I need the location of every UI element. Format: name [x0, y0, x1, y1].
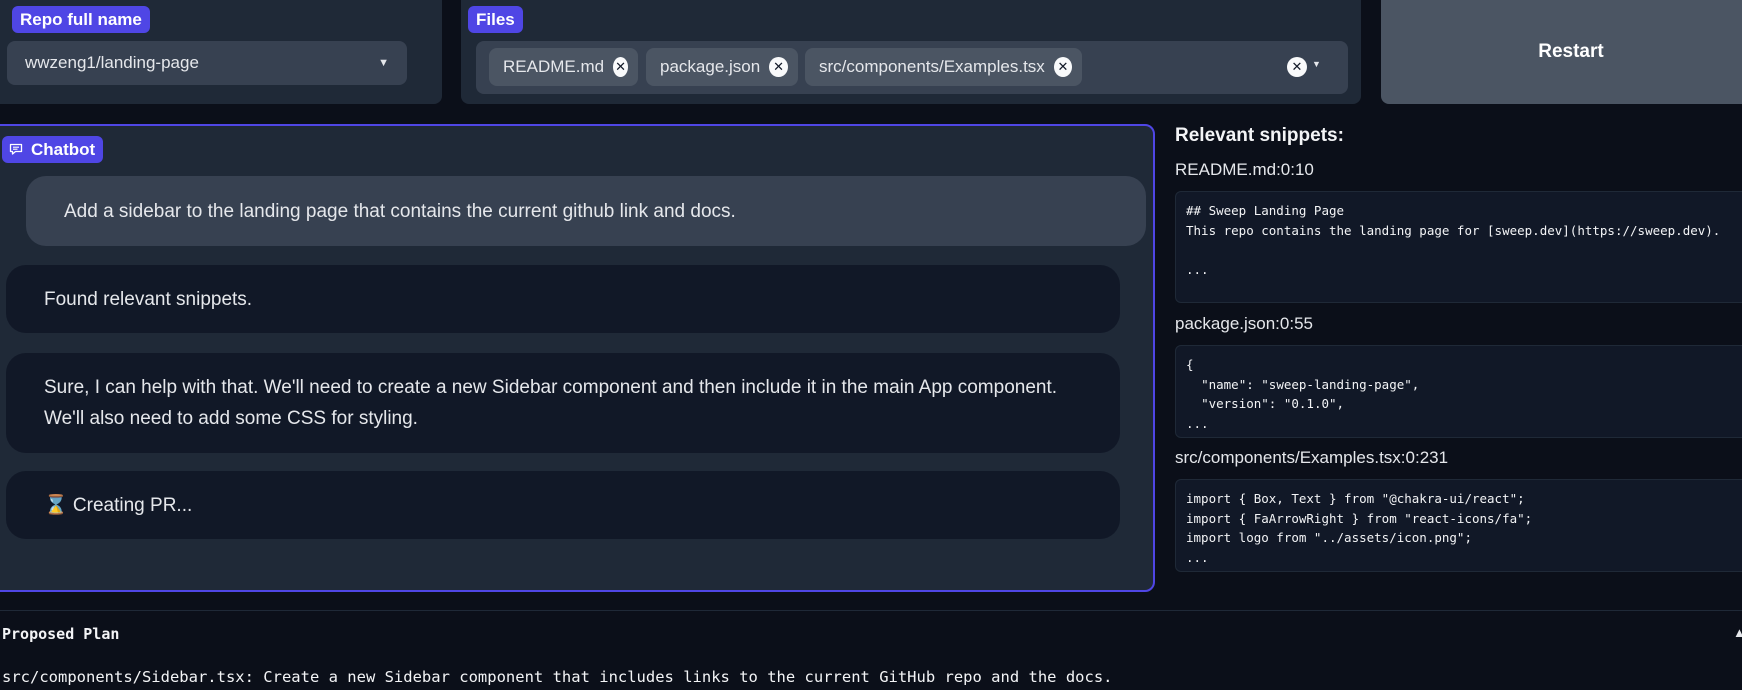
clear-all-icon[interactable]: ✕	[1287, 57, 1307, 77]
repo-value: wwzeng1/landing-page	[25, 53, 199, 72]
restart-button[interactable]: Restart	[1381, 0, 1742, 104]
files-multiselect[interactable]: README.md ✕ package.json ✕ src/component…	[476, 41, 1348, 94]
collapse-caret-icon[interactable]: ▲	[1733, 625, 1742, 640]
message-text: Sure, I can help with that. We'll need t…	[44, 377, 1058, 429]
snippet-code: ## Sweep Landing Page This repo contains…	[1175, 191, 1742, 303]
file-chip: src/components/Examples.tsx ✕	[805, 48, 1082, 86]
snippet-name: package.json:0:55	[1175, 314, 1313, 333]
bot-message: Sure, I can help with that. We'll need t…	[6, 353, 1120, 453]
file-chip-label: src/components/Examples.tsx	[819, 57, 1045, 76]
plan-item: src/components/Sidebar.tsx: Create a new…	[2, 668, 1113, 686]
chatbot-panel: Chatbot Add a sidebar to the landing pag…	[0, 124, 1155, 592]
file-chip-label: package.json	[660, 57, 761, 76]
snippet-name: README.md:0:10	[1175, 160, 1314, 179]
files-panel: Files README.md ✕ package.json ✕ src/com…	[461, 0, 1361, 104]
remove-file-icon[interactable]: ✕	[613, 57, 628, 77]
snippet-name: src/components/Examples.tsx:0:231	[1175, 448, 1449, 467]
remove-file-icon[interactable]: ✕	[1053, 57, 1072, 77]
message-text: ⌛ Creating PR...	[44, 494, 193, 516]
chatbot-label-text: Chatbot	[31, 140, 96, 159]
repo-panel: Repo full name wwzeng1/landing-page ▼	[0, 0, 442, 104]
bot-message: Found relevant snippets.	[6, 265, 1120, 333]
divider	[0, 610, 1742, 611]
repo-label: Repo full name	[12, 6, 150, 33]
user-message: Add a sidebar to the landing page that c…	[26, 176, 1146, 246]
snippet-code: { "name": "sweep-landing-page", "version…	[1175, 345, 1742, 438]
snippet-code: import { Box, Text } from "@chakra-ui/re…	[1175, 479, 1742, 572]
remove-file-icon[interactable]: ✕	[769, 57, 788, 77]
file-chip: README.md ✕	[489, 48, 638, 86]
dropdown-caret-icon: ▼	[378, 57, 389, 69]
file-chip: package.json ✕	[646, 48, 798, 86]
dropdown-caret-icon[interactable]: ▼	[1312, 59, 1321, 69]
files-label: Files	[468, 6, 523, 33]
snippets-title: Relevant snippets:	[1175, 125, 1344, 146]
message-text: Found relevant snippets.	[44, 288, 253, 310]
plan-title[interactable]: Proposed Plan	[2, 625, 119, 643]
chatbot-label: Chatbot	[2, 136, 104, 163]
file-chip-label: README.md	[503, 57, 605, 76]
chat-icon	[9, 143, 23, 155]
repo-dropdown[interactable]: wwzeng1/landing-page ▼	[7, 41, 407, 85]
bot-message: ⌛ Creating PR...	[6, 471, 1120, 539]
message-text: Add a sidebar to the landing page that c…	[64, 200, 736, 222]
